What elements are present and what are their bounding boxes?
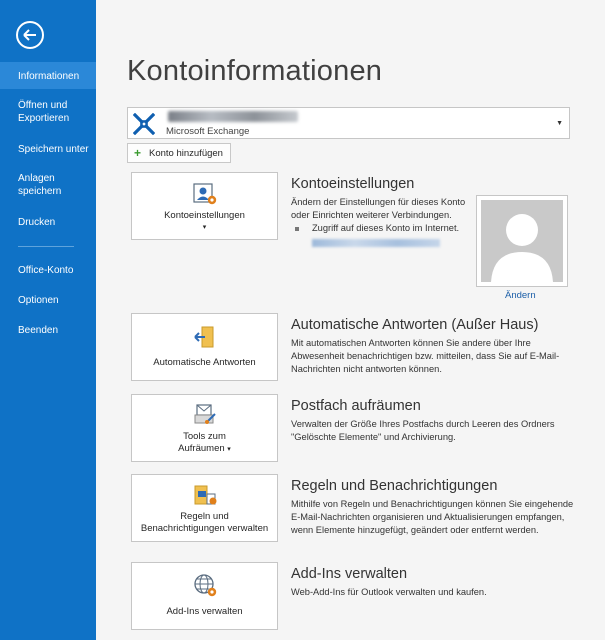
account-selector[interactable]: M Microsoft Exchange ▼ — [127, 107, 570, 139]
account-settings-icon — [193, 183, 217, 205]
nav-item-label: Office-Konto — [18, 265, 74, 276]
sidebar-divider — [18, 246, 74, 247]
rules-alerts-tile[interactable]: Regeln und Benachrichtigungen verwalten — [131, 474, 278, 542]
section-title: Postfach aufräumen — [291, 398, 421, 414]
nav-item-oeffnen-exportieren[interactable]: Öffnen und Exportieren — [0, 99, 96, 127]
exchange-icon — [133, 113, 155, 135]
arrow-left-icon — [23, 29, 36, 41]
nav-item-office-konto[interactable]: Office-Konto — [0, 264, 96, 278]
profile-picture-frame — [476, 195, 568, 287]
section-title: Automatische Antworten (Außer Haus) — [291, 317, 539, 333]
account-type: Microsoft Exchange — [166, 126, 250, 137]
change-picture-link[interactable]: Ändern — [505, 290, 536, 301]
tile-label: Benachrichtigungen verwalten — [140, 523, 269, 534]
person-silhouette-icon — [491, 214, 553, 282]
bullet-icon — [295, 227, 299, 231]
section-description: Web-Add-Ins für Outlook verwalten und ka… — [291, 587, 487, 597]
section-description: Verwalten der Größe Ihres Postfachs durc… — [291, 419, 555, 442]
account-settings-tile[interactable]: Kontoeinstellungen ▾ — [131, 172, 278, 240]
rules-alerts-icon — [194, 485, 217, 505]
nav-item-optionen[interactable]: Optionen — [0, 294, 96, 308]
nav-item-label: Öffnen und Exportieren — [18, 100, 70, 124]
section-description: Mit automatischen Antworten können Sie a… — [291, 338, 560, 374]
plus-icon: + — [134, 146, 142, 160]
nav-item-label: Beenden — [18, 325, 59, 336]
chevron-down-icon: ▾ — [202, 224, 207, 231]
nav-item-label: Informationen — [18, 71, 80, 82]
automatic-replies-tile[interactable]: Automatische Antworten — [131, 313, 278, 381]
nav-item-drucken[interactable]: Drucken — [0, 216, 96, 230]
tile-label-line2: Aufräumen — [178, 443, 225, 454]
avatar — [481, 200, 563, 282]
nav-item-informationen[interactable]: Informationen — [0, 62, 96, 89]
nav-item-label: Optionen — [18, 295, 59, 306]
automatic-replies-icon — [194, 326, 214, 348]
account-name: M — [168, 111, 298, 122]
nav-item-label: Speichern unter — [18, 144, 89, 155]
page-title: Kontoinformationen — [127, 55, 383, 87]
web-access-text: Zugriff auf dieses Konto im Internet. — [312, 223, 460, 233]
nav-item-anlagen-speichern[interactable]: Anlagen speichern — [0, 172, 96, 200]
tile-label: Aufräumen ▾ — [132, 442, 277, 456]
chevron-down-icon: ▾ — [227, 446, 231, 453]
web-access-link[interactable]: URL — [312, 239, 440, 247]
nav-item-beenden[interactable]: Beenden — [0, 324, 96, 338]
back-button[interactable] — [16, 21, 44, 49]
nav-item-speichern-unter[interactable]: Speichern unter — [0, 143, 96, 157]
nav-item-label: Drucken — [18, 217, 56, 228]
addins-globe-icon — [194, 574, 217, 597]
section-description: Ändern der Einstellungen für dieses Kont… — [291, 197, 466, 220]
nav-item-label: Anlagen speichern — [18, 173, 62, 197]
section-title: Add-Ins verwalten — [291, 566, 408, 582]
section-description: Mithilfe von Regeln und Benachrichtigung… — [291, 499, 574, 535]
backstage-sidebar: Informationen Öffnen und Exportieren Spe… — [0, 0, 96, 640]
cleanup-tools-tile[interactable]: Tools zum Aufräumen ▾ — [131, 394, 278, 462]
add-account-button[interactable]: + Konto hinzufügen — [127, 143, 231, 163]
section-title: Regeln und Benachrichtigungen — [291, 478, 498, 494]
tile-label: Add-Ins verwalten — [166, 606, 243, 617]
section-title: Kontoeinstellungen — [291, 176, 415, 192]
add-account-label: Konto hinzufügen — [149, 148, 223, 159]
tile-label: Automatische Antworten — [153, 357, 256, 368]
dropdown-arrow-icon: ▼ — [556, 120, 563, 127]
cleanup-tools-icon — [194, 404, 216, 424]
addins-tile[interactable]: Add-Ins verwalten — [131, 562, 278, 630]
